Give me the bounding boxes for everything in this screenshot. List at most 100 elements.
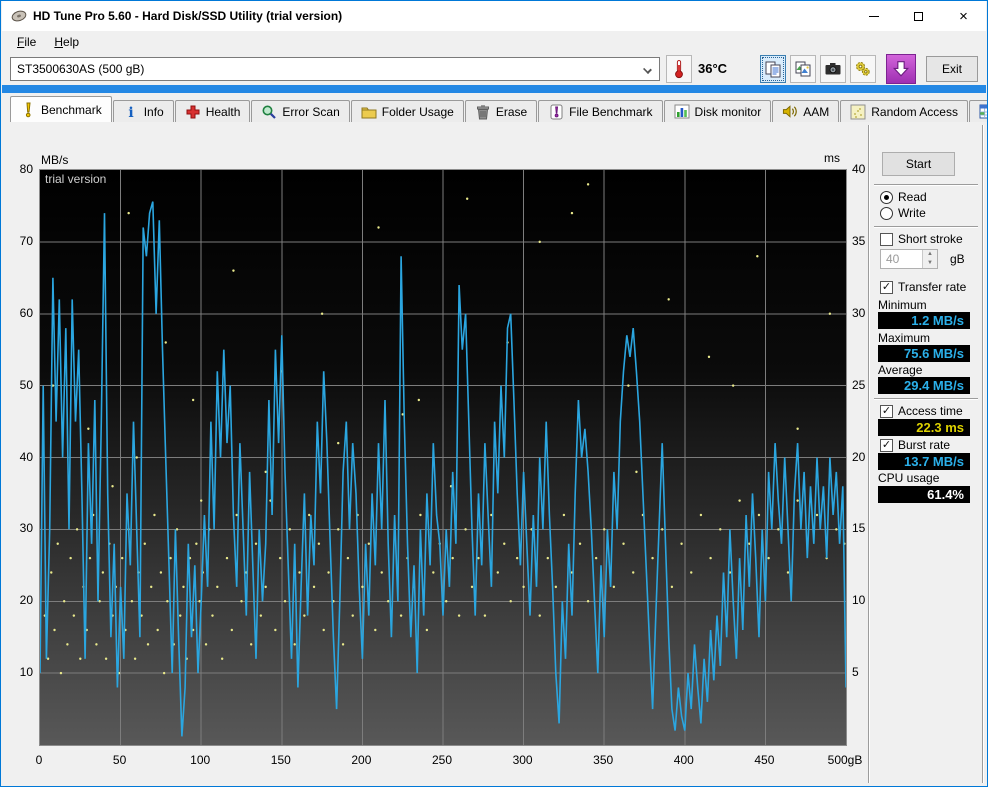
y-left-tick-40: 40 [19, 449, 33, 464]
benchmark-chart: trial version [39, 169, 847, 746]
screenshot-camera-icon [825, 63, 841, 75]
random-access-icon [850, 104, 866, 120]
menu-help[interactable]: Help [45, 32, 88, 52]
copy-image-button[interactable] [790, 55, 816, 83]
health-icon [185, 104, 201, 120]
menu-bar: File Help [2, 31, 986, 53]
toolbar: ST3500630AS (500 gB) 36°C Exit [2, 53, 986, 85]
separator [874, 184, 978, 186]
y-left-axis-title: MB/s [41, 153, 69, 167]
access-time-value: 22.3 ms [878, 419, 970, 436]
panel-divider [868, 125, 870, 783]
write-radio[interactable]: Write [880, 206, 926, 220]
capacity-value: 40 [886, 252, 900, 266]
disk-monitor-icon [674, 104, 690, 120]
tab-folder-usage[interactable]: Folder Usage [350, 100, 464, 122]
x-tick-150: 150 [270, 753, 291, 767]
x-tick-100: 100 [190, 753, 211, 767]
maximize-icon[interactable] [896, 1, 941, 31]
drive-select-value: ST3500630AS (500 gB) [17, 62, 145, 76]
benchmark-icon [20, 102, 36, 118]
tab-label: Benchmark [41, 102, 102, 117]
burst-rate-checkbox[interactable]: ✓ Burst rate [880, 438, 950, 452]
average-label: Average [878, 363, 923, 377]
read-radio[interactable]: Read [880, 190, 927, 204]
screenshot-button[interactable] [820, 55, 846, 83]
tab-error-scan[interactable]: Error Scan [251, 100, 350, 122]
tab-random-access[interactable]: Random Access [840, 100, 968, 122]
menu-file[interactable]: File [8, 32, 45, 52]
x-tick-450: 450 [754, 753, 775, 767]
extra-tests-icon [979, 104, 987, 120]
benchmark-page: MB/s ms trial version 10 20 30 40 50 60 70 80 5 1… [2, 122, 986, 785]
title-bar: HD Tune Pro 5.60 - Hard Disk/SSD Utility… [2, 1, 986, 31]
chart-canvas [40, 170, 846, 745]
tab-info[interactable]: i Info [112, 100, 174, 122]
tab-disk-monitor[interactable]: Disk monitor [663, 100, 772, 122]
checkbox-checked-icon: ✓ [880, 404, 893, 418]
close-icon[interactable]: × [941, 1, 986, 31]
tab-label: Info [143, 104, 164, 119]
capacity-spinner[interactable]: 40 ▲ ▼ [880, 249, 938, 269]
options-gears-icon [856, 62, 870, 76]
copy-text-button[interactable] [760, 55, 786, 83]
app-logo-icon [11, 10, 27, 22]
tab-erase[interactable]: Erase [464, 100, 538, 122]
tab-label: Health [205, 104, 241, 119]
separator [874, 226, 978, 228]
y-right-tick-25: 25 [852, 377, 866, 392]
y-left-tick-80: 80 [19, 162, 33, 176]
temperature-button[interactable] [666, 55, 692, 83]
tab-aam[interactable]: AAM [772, 100, 840, 122]
spinner-arrows-icon[interactable]: ▲ ▼ [922, 250, 937, 268]
average-value: 29.4 MB/s [878, 377, 970, 394]
separator [874, 398, 978, 400]
tab-extra-tests[interactable]: Extra tests [968, 100, 987, 122]
drive-select[interactable]: ST3500630AS (500 gB) [10, 57, 660, 81]
x-tick-300: 300 [512, 753, 533, 767]
access-time-checkbox[interactable]: ✓ Access time [880, 404, 963, 418]
y-right-tick-10: 10 [852, 593, 866, 608]
start-button[interactable]: Start [882, 152, 955, 176]
x-tick-400: 400 [673, 753, 694, 767]
update-button[interactable] [886, 54, 916, 84]
x-tick-500: 500gB [827, 753, 863, 767]
radio-icon [880, 206, 893, 220]
minimize-icon[interactable] [851, 1, 896, 31]
temperature-value: 36°C [698, 61, 728, 76]
x-tick-250: 250 [431, 753, 453, 767]
erase-icon [475, 104, 491, 120]
tab-label: AAM [803, 104, 830, 119]
x-tick-200: 200 [351, 753, 372, 767]
accent-strip [2, 85, 986, 93]
tab-label: Erase [495, 104, 528, 119]
svg-text:i: i [128, 105, 133, 120]
tab-health[interactable]: Health [174, 100, 251, 122]
right-edge-divider [982, 125, 984, 783]
y-left-tick-10: 10 [19, 665, 33, 680]
chevron-down-icon [643, 65, 652, 74]
tab-label: File Benchmark [569, 104, 653, 119]
info-icon: i [123, 104, 139, 120]
y-right-tick-30: 30 [852, 305, 866, 320]
y-right-tick-35: 35 [852, 233, 866, 248]
exit-button[interactable]: Exit [926, 56, 978, 82]
y-left-tick-20: 20 [19, 593, 33, 608]
y-right-tick-40: 40 [852, 162, 866, 176]
app-window: HD Tune Pro 5.60 - Hard Disk/SSD Utility… [0, 0, 988, 787]
minimum-label: Minimum [878, 298, 927, 312]
capacity-unit: gB [950, 252, 965, 266]
copy-text-icon [765, 61, 781, 78]
checkbox-checked-icon: ✓ [880, 438, 893, 452]
short-stroke-checkbox[interactable]: Short stroke [880, 232, 963, 246]
y-right-axis-title: ms [824, 151, 840, 165]
tab-label: Folder Usage [381, 104, 454, 119]
radio-selected-icon [880, 190, 893, 204]
copy-image-icon [795, 61, 811, 77]
burst-rate-value: 13.7 MB/s [878, 453, 970, 470]
options-button[interactable] [850, 55, 876, 83]
tab-file-benchmark[interactable]: File Benchmark [538, 100, 663, 122]
y-right-tick-15: 15 [852, 521, 866, 536]
transfer-rate-checkbox[interactable]: ✓ Transfer rate [880, 280, 966, 294]
tab-benchmark[interactable]: Benchmark [10, 96, 112, 122]
